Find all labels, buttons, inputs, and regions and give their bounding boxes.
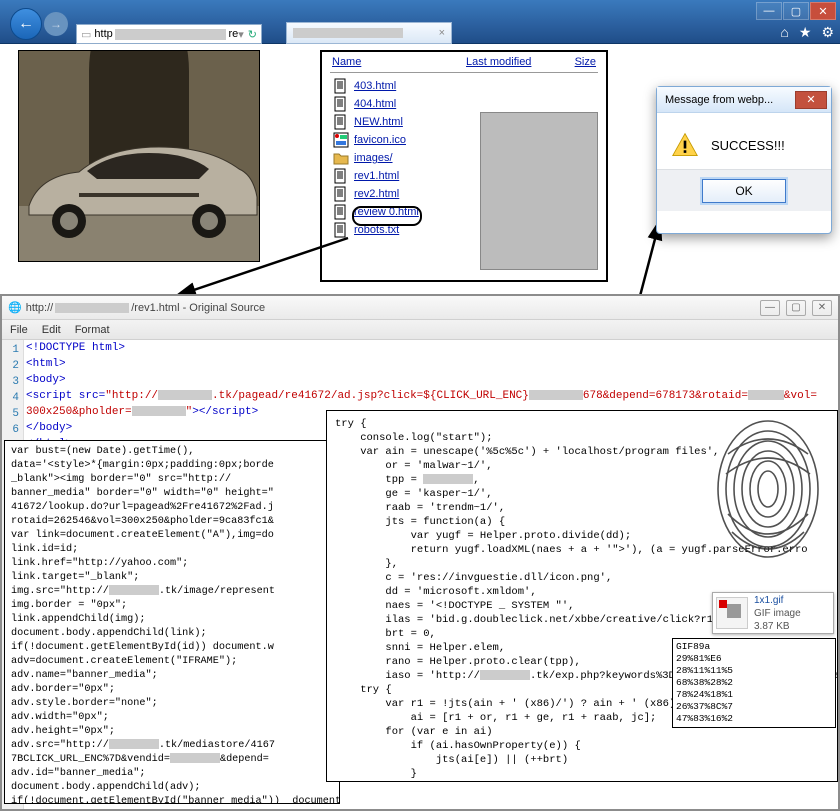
- file-type: GIF image: [754, 607, 801, 620]
- file-link[interactable]: review 0.html: [354, 206, 419, 218]
- dialog-ok-button[interactable]: OK: [702, 179, 786, 203]
- dialog-close-button[interactable]: ✕: [795, 91, 827, 109]
- addr-suffix: re: [228, 28, 238, 40]
- file-link[interactable]: rev1.html: [354, 170, 399, 182]
- warning-icon: [671, 131, 699, 159]
- favorites-icon[interactable]: ★: [799, 24, 812, 41]
- src-title-redact: [55, 303, 129, 313]
- hex-dump: GIF89a 29%81%E6 28%11%11%5 68%38%28%2 78…: [672, 638, 836, 728]
- doc-icon: [332, 96, 350, 112]
- fingerprint-icon: [708, 414, 828, 564]
- col-last-modified[interactable]: Last modified: [466, 56, 564, 68]
- js-snippet-left: var bust=(new Date).getTime(), data='<st…: [4, 440, 340, 804]
- addr-text: http: [94, 28, 112, 40]
- settings-icon[interactable]: ⚙: [821, 24, 834, 41]
- src-maximize[interactable]: ▢: [786, 300, 806, 316]
- address-bar[interactable]: ▭ http re ▾ ↻: [76, 24, 262, 44]
- alert-dialog: Message from webp... ✕ SUCCESS!!! OK: [656, 86, 832, 234]
- fav-icon: [332, 132, 350, 148]
- file-thumbnail: [716, 597, 748, 629]
- folder-icon: [332, 150, 350, 166]
- tab-redacted: [293, 28, 403, 38]
- file-link[interactable]: favicon.ico: [354, 134, 406, 146]
- doc-icon: [332, 114, 350, 130]
- menu-edit[interactable]: Edit: [42, 324, 61, 336]
- menu-format[interactable]: Format: [75, 324, 110, 336]
- doc-icon: [332, 204, 350, 220]
- addr-redacted: [115, 29, 227, 40]
- browser-titlebar: — ▢ ✕ ← → ▭ http re ▾ ↻ × ⌂ ★ ⚙: [0, 0, 840, 44]
- home-icon[interactable]: ⌂: [780, 24, 788, 41]
- file-link[interactable]: NEW.html: [354, 116, 403, 128]
- doc-icon: [332, 222, 350, 238]
- col-name[interactable]: Name: [332, 56, 466, 68]
- file-link[interactable]: images/: [354, 152, 393, 164]
- ie-icon: 🌐: [8, 301, 22, 314]
- forward-button[interactable]: →: [44, 12, 68, 36]
- window-minimize[interactable]: —: [756, 2, 782, 20]
- window-maximize[interactable]: ▢: [783, 2, 809, 20]
- src-title-prefix: http://: [26, 302, 54, 314]
- doc-icon: [332, 78, 350, 94]
- file-link[interactable]: 403.html: [354, 80, 396, 92]
- window-close[interactable]: ✕: [810, 2, 836, 20]
- dir-row[interactable]: 403.html: [322, 77, 606, 95]
- file-link[interactable]: robots.txt: [354, 224, 399, 236]
- tab-close-icon[interactable]: ×: [439, 27, 445, 39]
- src-minimize[interactable]: —: [760, 300, 780, 316]
- dir-row[interactable]: 404.html: [322, 95, 606, 113]
- dialog-title: Message from webp...: [665, 94, 773, 106]
- source-menubar[interactable]: File Edit Format: [2, 320, 838, 340]
- file-info-box: 1x1.gif GIF image 3.87 KB: [712, 592, 834, 634]
- file-size: 3.87 KB: [754, 620, 801, 633]
- file-link[interactable]: 404.html: [354, 98, 396, 110]
- browser-tab[interactable]: ×: [286, 22, 452, 44]
- col-size[interactable]: Size: [564, 56, 596, 68]
- src-title-suffix: /rev1.html - Original Source: [131, 302, 265, 314]
- file-link[interactable]: rev2.html: [354, 188, 399, 200]
- menu-file[interactable]: File: [10, 324, 28, 336]
- file-name: 1x1.gif: [754, 594, 801, 607]
- src-close[interactable]: ✕: [812, 300, 832, 316]
- directory-listing: Name Last modified Size 403.html 404.html…: [320, 50, 608, 282]
- doc-icon: [332, 186, 350, 202]
- car-thumbnail-image: [18, 50, 260, 262]
- page-icon: ▭: [81, 28, 91, 41]
- redacted-block: [480, 112, 598, 270]
- dropdown-icon[interactable]: ▾: [238, 28, 244, 41]
- doc-icon: [332, 168, 350, 184]
- refresh-icon[interactable]: ↻: [248, 28, 257, 41]
- dialog-message: SUCCESS!!!: [711, 138, 785, 153]
- back-button[interactable]: ←: [10, 8, 42, 40]
